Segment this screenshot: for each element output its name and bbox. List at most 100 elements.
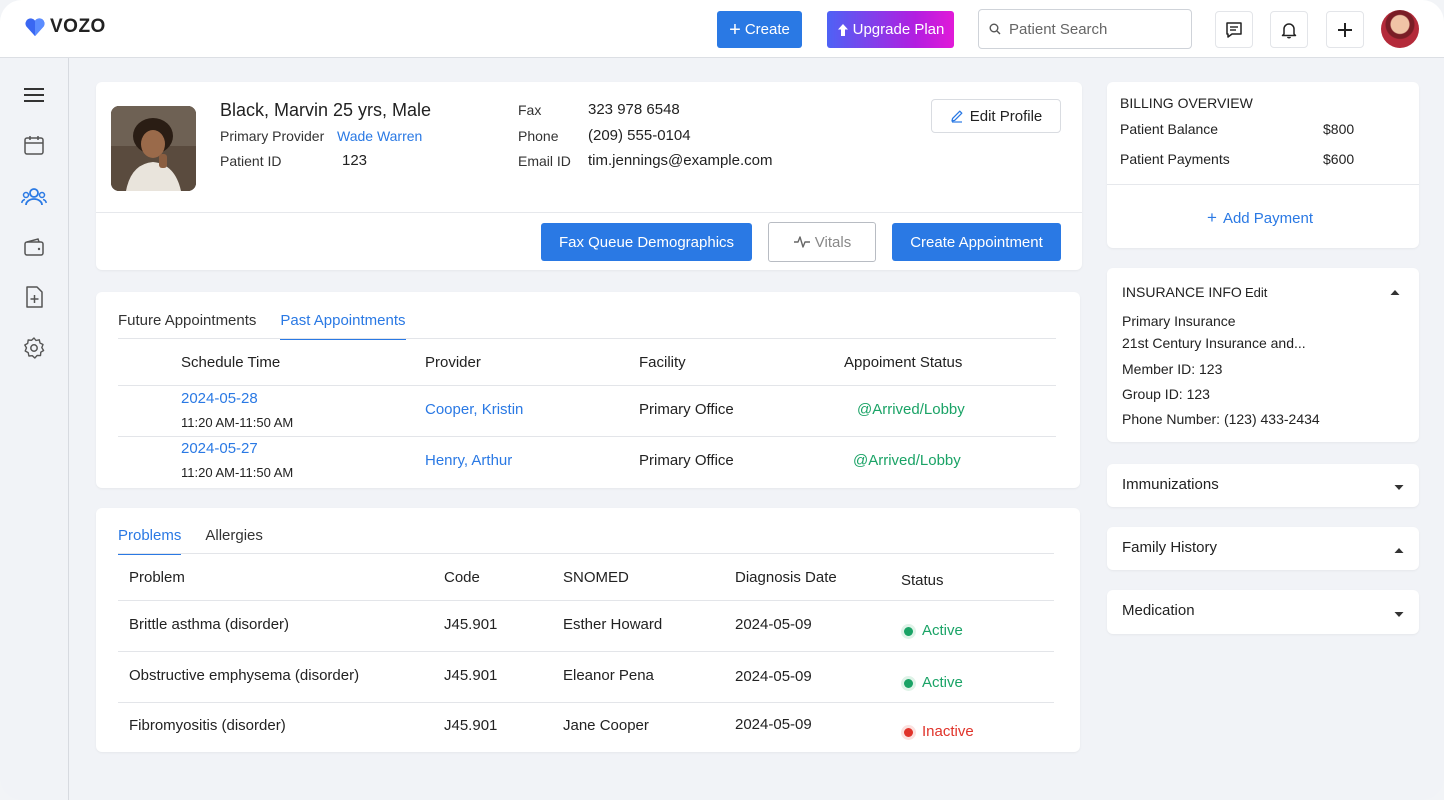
column-header: Facility [639,354,686,371]
chevron-up-icon[interactable] [1393,546,1405,554]
brand-name: VOZO [50,16,106,37]
add-payment-button[interactable]: + Add Payment [1207,208,1313,228]
messages-button[interactable] [1215,11,1253,48]
patient-payments-label: Patient Payments [1120,151,1230,167]
primary-insurance-label: Primary Insurance [1122,313,1236,329]
column-header: Status [901,572,944,589]
patient-profile-card: Black, Marvin 25 yrs, Male Primary Provi… [96,82,1082,270]
create-button-label: Create [744,21,790,38]
appointment-date-link[interactable]: 2024-05-27 [181,440,258,457]
create-button[interactable]: + Create [717,11,802,48]
appointments-card: Future Appointments Past Appointments Sc… [96,292,1080,488]
edit-profile-label: Edit Profile [969,107,1043,125]
fax-queue-demographics-button[interactable]: Fax Queue Demographics [541,223,752,261]
heart-logo-icon [25,18,45,37]
notifications-button[interactable] [1270,11,1308,48]
brand-logo[interactable]: VOZO [24,16,106,38]
appointment-status: @Arrived/Lobby [853,452,961,469]
appointments-tabs: Future Appointments Past Appointments [118,312,406,340]
tab-past-appointments[interactable]: Past Appointments [280,312,406,340]
member-id: Member ID: 123 [1122,361,1223,377]
appointment-time: 11:20 AM-11:50 AM [181,415,294,430]
problem-snomed: Esther Howard [563,616,663,633]
column-header: SNOMED [563,569,629,586]
insurance-edit-link[interactable]: Edit [1245,285,1267,300]
problem-status: Active [904,622,963,639]
patient-name: Black, Marvin 25 yrs, Male [220,100,432,120]
add-document-icon[interactable] [21,284,47,310]
status-text: Active [922,674,963,691]
family-history-section[interactable]: Family History [1107,527,1419,570]
menu-icon[interactable] [21,82,47,108]
appointment-facility: Primary Office [639,401,734,418]
immunizations-title: Immunizations [1122,476,1219,493]
pencil-icon [951,110,963,123]
email-label: Email ID [518,153,571,169]
problems-card: Problems Allergies Problem Code SNOMED D… [96,508,1080,752]
create-appointment-button[interactable]: Create Appointment [892,223,1061,261]
user-avatar[interactable] [1381,10,1419,48]
appointment-date-link[interactable]: 2024-05-28 [181,390,258,407]
tabs-divider [118,338,1056,339]
chat-icon [1226,21,1242,38]
upgrade-plan-label: Upgrade Plan [852,21,945,38]
add-button[interactable] [1326,11,1364,48]
appointment-status: @Arrived/Lobby [857,401,965,418]
appointment-provider-link[interactable]: Henry, Arthur [425,452,512,469]
patient-search[interactable] [978,9,1192,49]
plus-icon: + [1207,208,1217,227]
top-bar: VOZO + Create Upgrade Plan [0,0,1444,58]
wallet-icon[interactable] [21,234,47,260]
primary-provider-label: Primary Provider [220,128,325,144]
problem-snomed: Jane Cooper [563,717,649,734]
header-divider [118,600,1054,601]
column-header: Code [444,569,480,586]
row-divider [118,651,1054,652]
insurance-info-card: INSURANCE INFO Edit Primary Insurance 21… [1107,268,1419,442]
chevron-up-icon[interactable] [1389,288,1401,296]
status-dot-icon [904,626,913,636]
tab-future-appointments[interactable]: Future Appointments [118,312,256,340]
appointment-facility: Primary Office [639,452,734,469]
patient-search-input[interactable] [1009,20,1179,38]
medication-title: Medication [1122,602,1195,619]
vitals-button[interactable]: Vitals [768,222,876,262]
column-header: Provider [425,354,481,371]
chevron-down-icon[interactable] [1393,611,1405,619]
tab-allergies[interactable]: Allergies [205,527,263,555]
arrow-up-icon [837,23,848,36]
problems-tabs: Problems Allergies [118,527,263,555]
insurance-title: INSURANCE INFO [1122,284,1242,300]
tab-problems[interactable]: Problems [118,527,182,555]
medication-section[interactable]: Medication [1107,590,1419,634]
billing-title: BILLING OVERVIEW [1120,95,1253,111]
upgrade-plan-button[interactable]: Upgrade Plan [827,11,954,48]
primary-insurance-link[interactable]: 21st Century Insurance and... [1122,335,1306,351]
phone-value: (209) 555-0104 [588,127,691,144]
patients-icon[interactable] [21,184,47,210]
problem-name: Fibromyositis (disorder) [129,717,286,734]
edit-profile-button[interactable]: Edit Profile [931,99,1061,133]
problem-diagnosis-date: 2024-05-09 [735,616,812,633]
plus-icon [1338,22,1352,37]
plus-icon: + [729,18,741,41]
settings-gear-icon[interactable] [21,335,47,361]
problem-diagnosis-date: 2024-05-09 [735,716,812,733]
family-history-title: Family History [1122,539,1218,556]
fax-value: 323 978 6548 [588,101,680,118]
phone-label: Phone [518,128,559,144]
primary-provider-link[interactable]: Wade Warren [337,128,422,144]
status-dot-icon [904,727,913,737]
chevron-down-icon[interactable] [1393,484,1405,492]
billing-overview-card: BILLING OVERVIEW Patient Balance $800 Pa… [1107,82,1419,248]
calendar-icon[interactable] [21,132,47,158]
divider [1107,184,1419,185]
header-divider [118,385,1056,386]
appointment-provider-link[interactable]: Cooper, Kristin [425,401,523,418]
column-header: Appoiment Status [844,354,963,371]
search-icon [989,23,1001,35]
add-payment-label: Add Payment [1222,209,1313,227]
problem-status: Inactive [904,723,974,740]
immunizations-section[interactable]: Immunizations [1107,464,1419,507]
patient-payments-value: $600 [1323,151,1355,167]
